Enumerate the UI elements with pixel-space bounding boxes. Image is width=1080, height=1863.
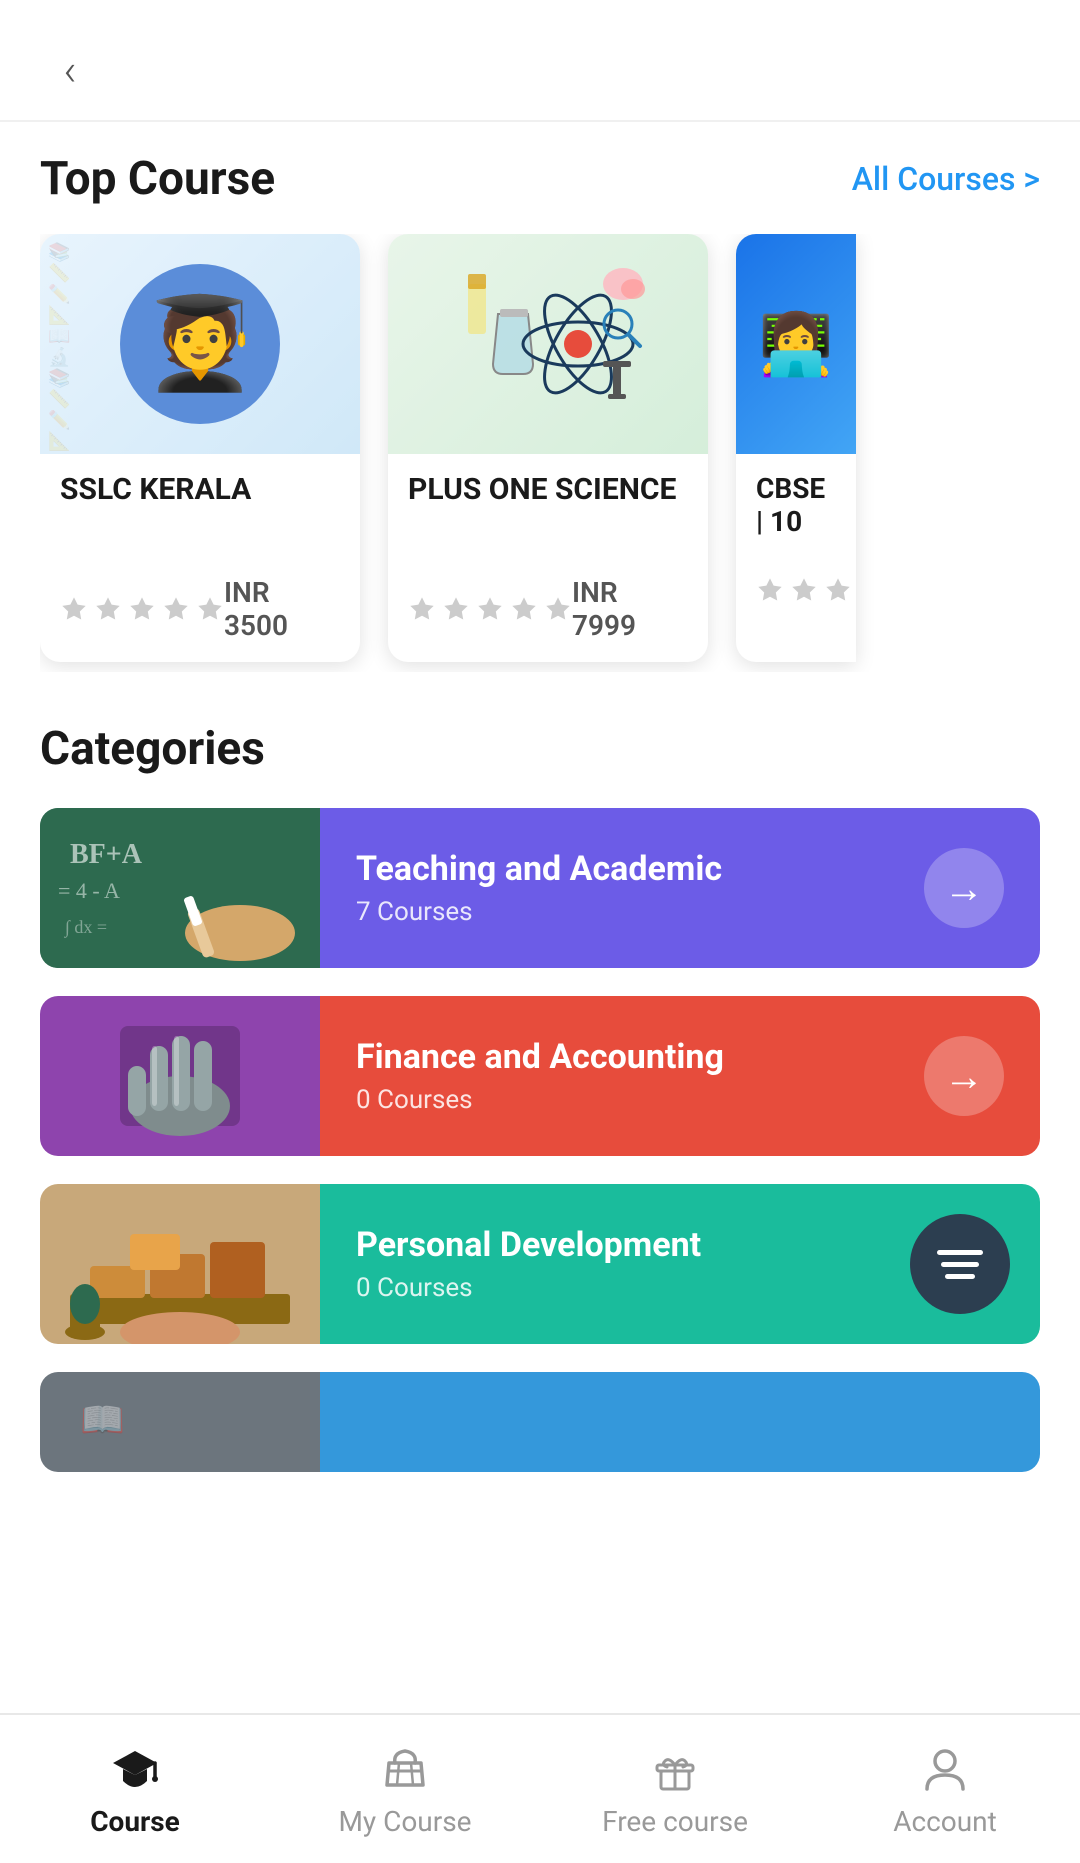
nav-label-free-course: Free course [602, 1805, 748, 1838]
courses-scroll: 📚📏✏️📐📖🔬📚📏✏️📐📖🔬📚📏✏️📐📖🔬 🧑‍🎓 SSLC KERALA [40, 234, 1040, 672]
course-card-footer-science: INR 7999 [408, 576, 688, 642]
filter-line-3 [945, 1274, 975, 1279]
course-title-cbse: CBSE | 10 [756, 472, 836, 552]
nav-item-free-course[interactable]: Free course [540, 1715, 810, 1863]
course-card-body-sslc: SSLC KERALA INR 3500 [40, 454, 360, 662]
course-card-sslc[interactable]: 📚📏✏️📐📖🔬📚📏✏️📐📖🔬📚📏✏️📐📖🔬 🧑‍🎓 SSLC KERALA [40, 234, 360, 662]
nav-icon-course [107, 1741, 163, 1797]
all-courses-link[interactable]: All Courses > [852, 160, 1040, 198]
filter-button[interactable] [910, 1214, 1010, 1314]
nav-icon-free-course [647, 1741, 703, 1797]
top-course-section: Top Course All Courses > 📚📏✏️📐📖🔬📚📏✏️📐📖🔬📚… [0, 152, 1080, 702]
star-rating-cbse [756, 576, 852, 604]
course-card-image-sslc: 📚📏✏️📐📖🔬📚📏✏️📐📖🔬📚📏✏️📐📖🔬 🧑‍🎓 [40, 234, 360, 454]
basket-icon [379, 1743, 431, 1795]
course-price-science: INR 7999 [572, 576, 688, 642]
category-name-finance: Finance and Accounting [356, 1037, 724, 1077]
category-count-teaching: 7 Courses [356, 897, 722, 927]
category-thumb-finance [40, 996, 320, 1156]
category-card-finance[interactable]: Finance and Accounting 0 Courses → [40, 996, 1040, 1156]
nav-label-my-course: My Course [338, 1805, 471, 1838]
category-count-finance: 0 Courses [356, 1085, 724, 1115]
arrow-icon-finance: → [944, 1053, 984, 1100]
gift-icon [649, 1743, 701, 1795]
course-card-body-cbse: CBSE | 10 [736, 454, 856, 624]
svg-text:= 4 - A: = 4 - A [58, 878, 120, 903]
nav-item-course[interactable]: Course [0, 1715, 270, 1863]
star-rating-sslc [60, 595, 224, 623]
category-name-teaching: Teaching and Academic [356, 849, 722, 889]
category-text-personal: Personal Development 0 Courses [356, 1225, 701, 1303]
course-card-image-cbse: 👩‍💻 [736, 234, 856, 454]
category-text-teaching: Teaching and Academic 7 Courses [356, 849, 722, 927]
course-price-sslc: INR 3500 [224, 576, 340, 642]
course-title-science: PLUS ONE SCIENCE [408, 472, 688, 552]
category-name-personal: Personal Development [356, 1225, 701, 1265]
course-title-sslc: SSLC KERALA [60, 472, 340, 552]
nav-item-account[interactable]: Account [810, 1715, 1080, 1863]
course-card-science[interactable]: PLUS ONE SCIENCE INR 7999 [388, 234, 708, 662]
nav-label-account: Account [893, 1805, 997, 1838]
category-thumb-teaching: BF+A = 4 - A ∫ dx = [40, 808, 320, 968]
category-text-finance: Finance and Accounting 0 Courses [356, 1037, 724, 1115]
section-header: Top Course All Courses > [40, 152, 1040, 206]
category-thumb-personal [40, 1184, 320, 1344]
nav-icon-account [917, 1741, 973, 1797]
header-divider [0, 120, 1080, 122]
arrow-circle-teaching: → [924, 848, 1004, 928]
filter-line-2 [941, 1262, 979, 1267]
category-body-teaching: Teaching and Academic 7 Courses → [320, 808, 1040, 968]
filter-line-1 [937, 1250, 983, 1255]
course-card-image-science [388, 234, 708, 454]
graduation-cap-icon [109, 1743, 161, 1795]
atom-svg [448, 254, 648, 434]
back-button[interactable]: ‹ [40, 40, 100, 100]
nav-icon-my-course [377, 1741, 433, 1797]
section-title: Top Course [40, 152, 275, 206]
category-card-extra[interactable]: 📖 [40, 1372, 1040, 1472]
student-emoji: 🧑‍🎓 [144, 299, 256, 389]
star-rating-science [408, 595, 572, 623]
arrow-icon-teaching: → [944, 865, 984, 912]
student-avatar: 🧑‍🎓 [120, 264, 280, 424]
course-card-footer-sslc: INR 3500 [60, 576, 340, 642]
category-body-personal: Personal Development 0 Courses [320, 1184, 1040, 1344]
svg-text:BF+A: BF+A [70, 839, 143, 870]
nav-item-my-course[interactable]: My Course [270, 1715, 540, 1863]
course-card-cbse-partial[interactable]: 👩‍💻 CBSE | 10 [736, 234, 856, 662]
svg-text:∫ dx =: ∫ dx = [64, 917, 107, 938]
header: ‹ [0, 0, 1080, 120]
category-card-personal[interactable]: Personal Development 0 Courses [40, 1184, 1040, 1344]
cbse-illustration: 👩‍💻 [736, 234, 856, 454]
person-icon [919, 1743, 971, 1795]
category-body-finance: Finance and Accounting 0 Courses → [320, 996, 1040, 1156]
svg-text:📖: 📖 [80, 1399, 125, 1441]
course-card-body-science: PLUS ONE SCIENCE INR 7999 [388, 454, 708, 662]
category-count-personal: 0 Courses [356, 1273, 701, 1303]
categories-title: Categories [40, 722, 1040, 776]
category-body-extra [320, 1372, 1040, 1472]
nav-label-course: Course [90, 1805, 180, 1838]
categories-section: Categories BF+A = 4 - A ∫ dx = Teaching … [0, 702, 1080, 1620]
category-card-teaching[interactable]: BF+A = 4 - A ∫ dx = Teaching and Academi… [40, 808, 1040, 968]
course-card-footer-cbse [756, 576, 836, 604]
arrow-circle-finance: → [924, 1036, 1004, 1116]
bottom-navigation: Course My Course Free cou [0, 1713, 1080, 1863]
category-thumb-extra: 📖 [40, 1372, 320, 1472]
back-icon: ‹ [63, 44, 76, 96]
